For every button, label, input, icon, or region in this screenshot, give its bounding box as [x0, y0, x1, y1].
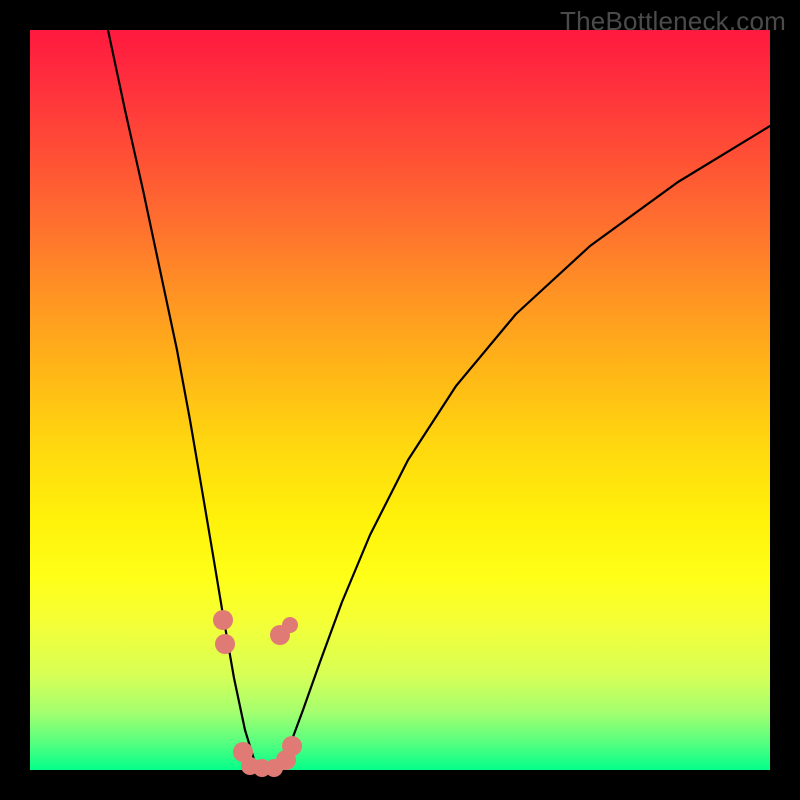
data-point-marker — [282, 617, 298, 633]
plot-area — [30, 30, 770, 770]
data-point-marker — [215, 634, 235, 654]
chart-frame: TheBottleneck.com — [0, 0, 800, 800]
bottleneck-curve-path — [108, 30, 770, 766]
data-point-marker — [213, 610, 233, 630]
watermark-text: TheBottleneck.com — [560, 6, 786, 37]
data-point-marker — [282, 736, 302, 756]
curve-svg — [30, 30, 770, 770]
